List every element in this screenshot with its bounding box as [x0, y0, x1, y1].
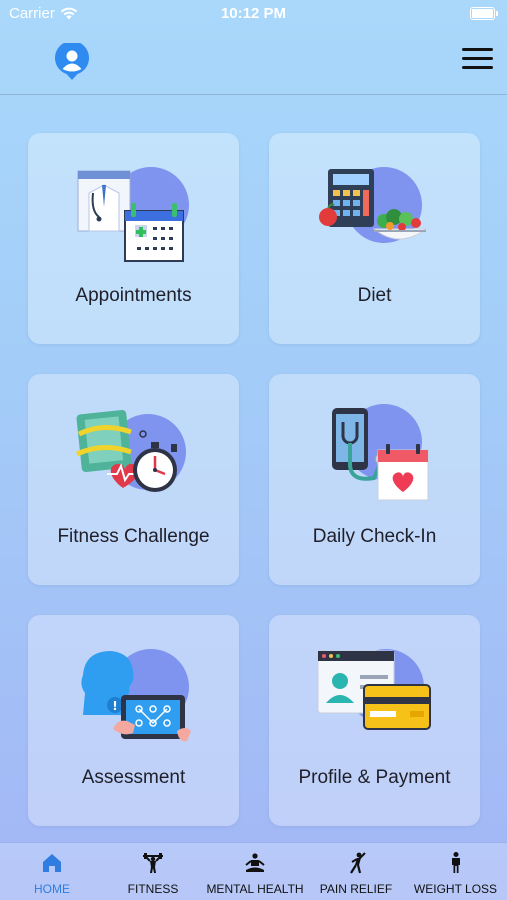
status-bar: Carrier 10:12 PM [0, 0, 507, 28]
tab-mental-health-label: MENTAL HEALTH [206, 882, 304, 896]
assessment-card[interactable]: ! Assessment [28, 615, 239, 826]
tab-pain-relief-label: PAIN RELIEF [319, 882, 393, 896]
fitness-challenge-label: Fitness Challenge [57, 526, 210, 547]
dumbbell-icon [143, 853, 163, 873]
diet-card[interactable]: Diet [269, 133, 480, 344]
stretch-icon [350, 852, 366, 874]
tab-weight-loss-label: WEIGHT LOSS [413, 882, 498, 896]
head-tablet-icon: ! [81, 649, 191, 742]
battery-icon [470, 7, 498, 20]
status-time: 10:12 PM [220, 5, 287, 22]
profile-payment-label: Profile & Payment [298, 767, 451, 788]
daily-check-in-label: Daily Check-In [312, 526, 437, 547]
id-card-credit-card-icon [317, 649, 431, 730]
app-header [0, 28, 507, 95]
tab-pain-relief[interactable]: PAIN RELIEF [308, 843, 404, 900]
tab-home-label: HOME [34, 882, 70, 896]
menu-button[interactable] [462, 48, 493, 70]
scale-stopwatch-icon [75, 409, 186, 492]
person-icon [451, 852, 460, 873]
profile-button[interactable] [54, 40, 90, 81]
bottom-tab-bar: HOME FITNESS MENTAL HEALTH PAIN RELIEF W… [0, 842, 507, 900]
hamburger-menu-icon [462, 48, 493, 69]
doctor-calendar-icon [77, 167, 189, 262]
tab-fitness-label: FITNESS [127, 882, 179, 896]
assessment-label: Assessment [81, 767, 186, 788]
tab-mental-health[interactable]: MENTAL HEALTH [202, 843, 308, 900]
user-location-pin-icon [55, 40, 89, 80]
meditation-icon [245, 853, 265, 872]
daily-check-in-card[interactable]: Daily Check-In [269, 374, 480, 585]
tab-weight-loss[interactable]: WEIGHT LOSS [404, 843, 507, 900]
tab-fitness[interactable]: FITNESS [104, 843, 202, 900]
appointments-card[interactable]: Appointments [28, 133, 239, 344]
diet-label: Diet [357, 285, 392, 306]
calculator-food-icon [319, 167, 428, 243]
appointments-label: Appointments [75, 285, 192, 306]
fitness-challenge-card[interactable]: Fitness Challenge [28, 374, 239, 585]
home-icon [43, 854, 61, 872]
tab-home[interactable]: HOME [0, 843, 104, 900]
svg-text:!: ! [112, 699, 117, 713]
phone-stethoscope-calendar-icon [332, 404, 429, 501]
profile-payment-card[interactable]: Profile & Payment [269, 615, 480, 826]
